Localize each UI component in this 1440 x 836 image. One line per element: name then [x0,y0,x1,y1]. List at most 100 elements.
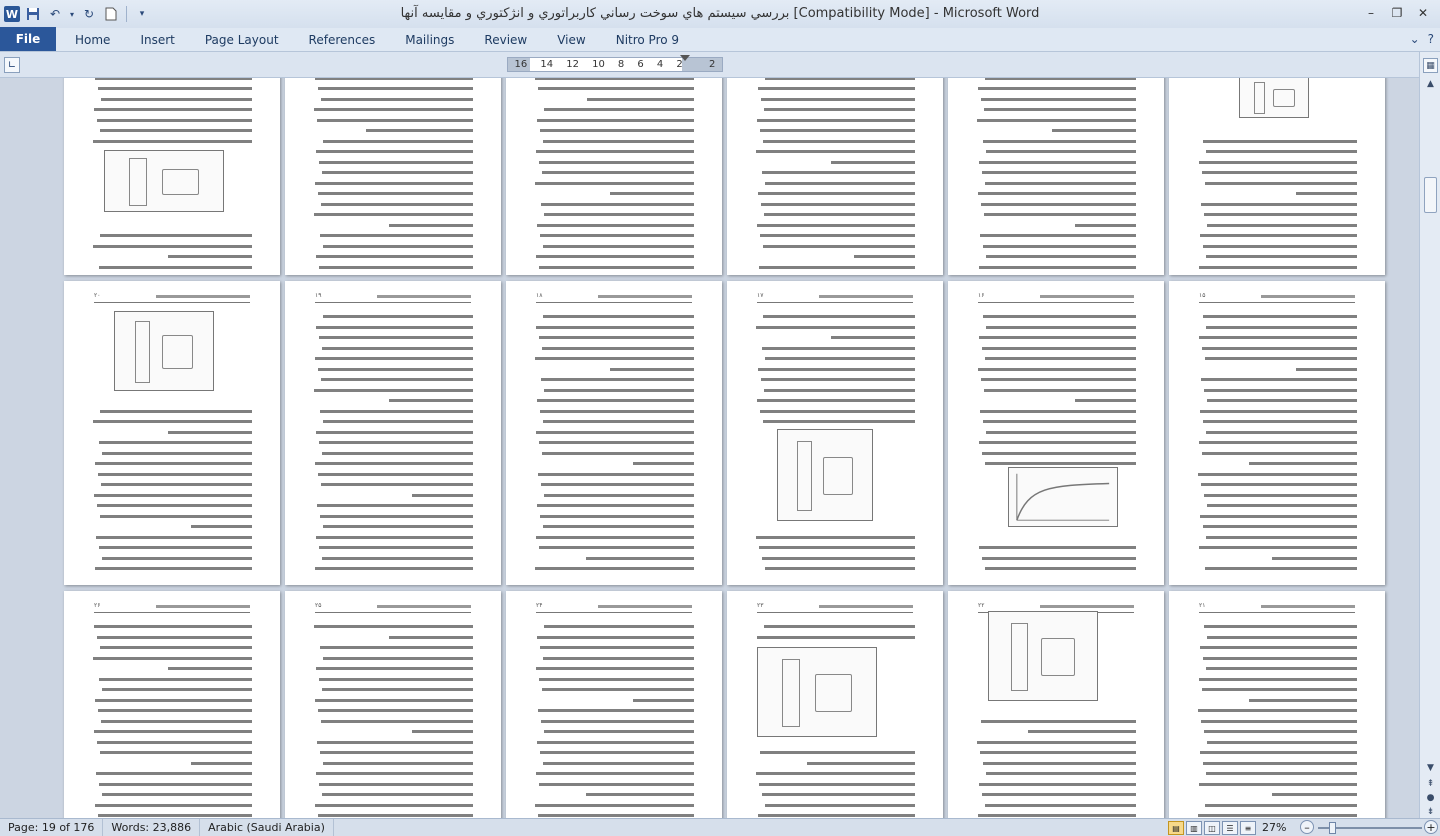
scroll-up-arrow-icon[interactable]: ▲ [1423,76,1438,91]
proofing-language[interactable]: Arabic (Saudi Arabia) [200,818,334,836]
chevron-down-icon[interactable]: ⌄ [1410,32,1420,46]
page-count[interactable]: Page: 19 of 176 [0,818,104,836]
next-page-icon[interactable]: ⇟ [1423,804,1438,819]
document-page[interactable] [1169,78,1385,275]
close-button[interactable]: ✕ [1412,4,1434,22]
text-line [317,504,473,507]
save-icon[interactable] [24,5,42,23]
new-document-icon[interactable] [102,5,120,23]
tab-selector-icon[interactable]: ∟ [4,57,20,73]
zoom-in-button[interactable]: + [1424,820,1438,834]
text-line [760,234,915,237]
text-line [389,223,473,227]
page-header: ۲۰ [94,292,250,303]
document-page[interactable]: ۲۵ [285,591,501,818]
text-line [412,493,473,497]
web-layout-icon[interactable]: ◫ [1204,821,1220,835]
text-line [320,751,473,754]
undo-icon[interactable]: ↶ [46,5,64,23]
customize-icon[interactable]: ▾ [133,5,151,23]
document-page[interactable]: ۲۴ [506,591,722,818]
text-line [535,803,694,807]
text-line [633,462,694,465]
text-line [99,782,252,786]
text-line [99,546,252,549]
text-line [539,441,694,444]
text-line [100,751,252,754]
text-line [1203,525,1357,528]
document-page[interactable]: ۱۷ [727,281,943,585]
tab-home[interactable]: Home [60,29,125,51]
document-page[interactable] [948,78,1164,275]
vertical-scrollbar[interactable]: ▦ ▲ ▼ ⇞ ● ⇟ [1419,52,1440,818]
text-line [537,635,694,639]
tab-review[interactable]: Review [469,29,542,51]
page-header: ۲۱ [1199,602,1355,613]
document-page[interactable]: ۱۸ [506,281,722,585]
document-page[interactable]: ۱۶ [948,281,1164,585]
text-line [543,315,694,318]
word-count[interactable]: Words: 23,886 [103,818,201,836]
text-line [537,118,694,122]
tab-mailings[interactable]: Mailings [390,29,469,51]
toolbar-separator [126,6,127,22]
tab-references[interactable]: References [294,29,391,51]
text-line [1272,556,1357,560]
text-line [540,646,694,649]
restore-button[interactable]: ❐ [1386,4,1408,22]
text-line [1200,514,1357,518]
document-page[interactable]: ۲۱ [1169,591,1385,818]
document-page[interactable]: ۱۵ [1169,281,1385,585]
scrollbar-thumb[interactable] [1424,177,1437,213]
text-line [536,772,694,775]
text-line [982,171,1136,174]
help-icon[interactable]: ? [1428,32,1434,46]
text-line [539,160,694,164]
document-page[interactable] [64,78,280,275]
document-page[interactable]: ۲۳ [727,591,943,818]
text-line [314,388,473,392]
text-line [761,202,915,206]
document-page[interactable]: ۱۹ [285,281,501,585]
text-line [543,244,694,248]
full-screen-reading-icon[interactable]: ▥ [1186,821,1202,835]
outline-icon[interactable]: ☰ [1222,821,1238,835]
document-area[interactable]: ۲۰ ۱۹ ۱۸ ۱۷ ۱۶ ۱۵ ۲۶ ۲۵ ۲۴ ۲۳ ۲۲ ۲۱ [0,78,1419,818]
document-page[interactable]: ۲۲ [948,591,1164,818]
document-page[interactable] [285,78,501,275]
document-page[interactable]: ۲۰ [64,281,280,585]
zoom-slider-thumb[interactable] [1329,822,1336,834]
figure-image [777,429,873,521]
tab-view[interactable]: View [542,29,600,51]
text-line [986,150,1136,153]
text-line [102,451,252,455]
text-line [315,181,473,185]
text-line [316,772,473,775]
word-app-icon[interactable]: W [4,6,20,22]
redo-icon[interactable]: ↻ [80,5,98,23]
tab-nitro-pro[interactable]: Nitro Pro 9 [601,29,694,51]
tab-insert[interactable]: Insert [125,29,189,51]
scroll-down-arrow-icon[interactable]: ▼ [1423,760,1438,775]
document-page[interactable] [506,78,722,275]
view-ruler-icon[interactable]: ▦ [1423,58,1438,73]
draft-icon[interactable]: ≡ [1240,821,1256,835]
zoom-level[interactable]: 27% [1262,821,1286,834]
zoom-out-button[interactable]: – [1300,820,1314,834]
indent-marker[interactable] [680,55,690,61]
horizontal-ruler[interactable]: 16 14 12 10 8 6 4 2 2 [507,55,723,72]
tab-file[interactable]: File [0,27,56,51]
document-page[interactable] [727,78,943,275]
text-line [318,814,473,817]
document-page[interactable]: ۲۶ [64,591,280,818]
dropdown-arrow-icon[interactable]: ▾ [68,5,76,23]
text-line [761,97,915,101]
minimize-button[interactable]: – [1360,4,1382,22]
text-line [543,656,694,660]
text-line [1205,357,1357,360]
select-browse-object-icon[interactable]: ● [1423,790,1438,805]
print-layout-icon[interactable]: ▤ [1168,821,1184,835]
tab-page-layout[interactable]: Page Layout [190,29,294,51]
text-line [979,336,1136,339]
previous-page-icon[interactable]: ⇞ [1423,776,1438,791]
